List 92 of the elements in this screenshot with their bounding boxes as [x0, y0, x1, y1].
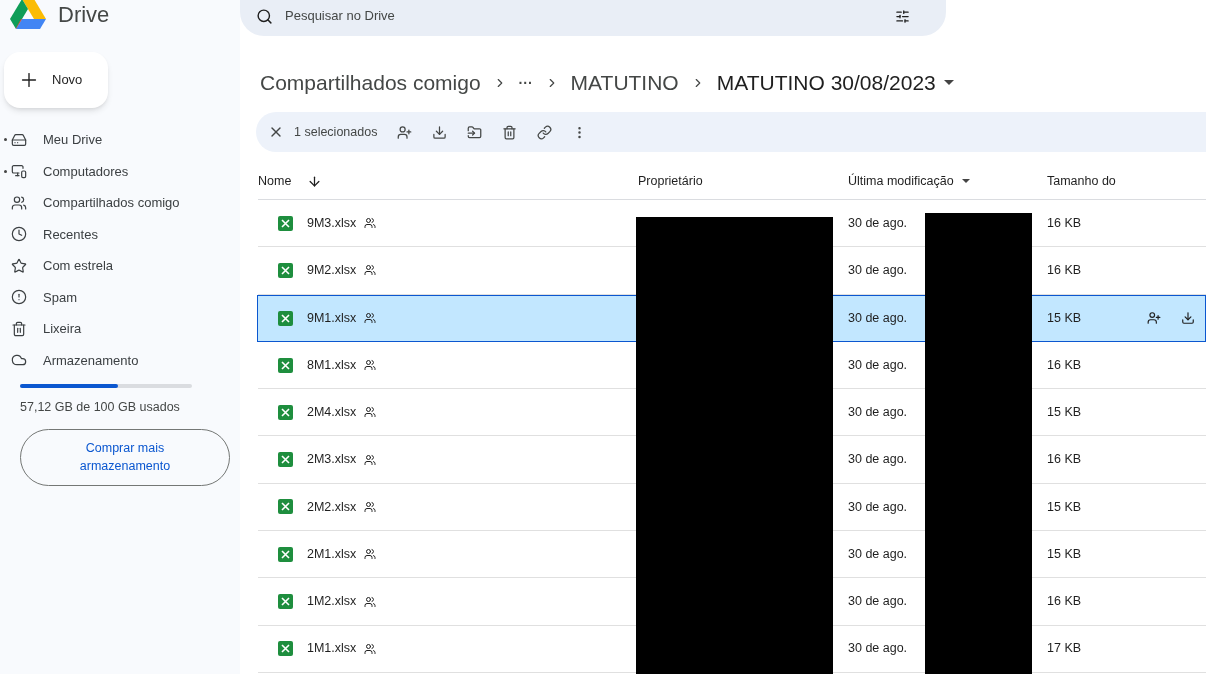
- caret-icon: [943, 80, 954, 86]
- star-icon: [11, 257, 27, 274]
- spreadsheet-icon: [278, 641, 293, 657]
- breadcrumb-link[interactable]: MATUTINO: [570, 67, 679, 99]
- share-icon[interactable]: [1147, 311, 1161, 326]
- sidebar-item[interactable]: Meu Drive: [0, 124, 240, 156]
- spreadsheet-icon: [278, 357, 293, 373]
- download-icon[interactable]: [1181, 311, 1195, 326]
- file-name: 1M2.xlsx: [307, 593, 357, 611]
- sidebar-item[interactable]: Lixeira: [0, 313, 240, 345]
- file-name: 9M2.xlsx: [307, 262, 357, 280]
- file-size: 17 KB: [1047, 640, 1083, 658]
- sort-arrow-icon[interactable]: [307, 174, 323, 189]
- app-name: Drive: [58, 0, 110, 29]
- file-name: 9M3.xlsx: [307, 214, 357, 232]
- breadcrumb-link[interactable]: Compartilhados comigo: [260, 67, 481, 99]
- spreadsheet-icon: [278, 215, 293, 231]
- column-header[interactable]: Nome: [258, 172, 292, 191]
- alert-icon: [11, 289, 27, 306]
- modified-date: 30 de ago.: [848, 498, 909, 516]
- modified-date: 30 de ago.: [848, 593, 909, 611]
- move-icon[interactable]: [467, 124, 483, 140]
- sidebar-item[interactable]: Recentes: [0, 218, 240, 250]
- file-size: 15 KB: [1047, 403, 1083, 421]
- clock-icon: [11, 226, 27, 243]
- file-size: 16 KB: [1047, 262, 1083, 280]
- link-icon[interactable]: [537, 124, 553, 140]
- sidebar-item[interactable]: Compartilhados comigo: [0, 187, 240, 219]
- logo-icon: [10, 0, 46, 29]
- sidebar-item[interactable]: Armazenamento: [0, 344, 240, 376]
- new-button[interactable]: Novo: [4, 52, 108, 108]
- trash-icon: [11, 320, 27, 337]
- file-size: 15 KB: [1047, 309, 1083, 327]
- sidebar-item[interactable]: Spam: [0, 281, 240, 313]
- column-header[interactable]: Tamanho do: [1047, 172, 1116, 191]
- spreadsheet-icon: [278, 310, 293, 326]
- share-icon[interactable]: [397, 124, 413, 140]
- shared-icon: [364, 217, 377, 230]
- current-folder[interactable]: MATUTINO 30/08/2023: [716, 67, 954, 99]
- modified-date: 30 de ago.: [848, 403, 909, 421]
- modified-date: 30 de ago.: [848, 356, 909, 374]
- file-name: 2M1.xlsx: [307, 545, 357, 563]
- spreadsheet-icon: [278, 499, 293, 515]
- filter-icon[interactable]: [895, 8, 910, 24]
- column-header[interactable]: Proprietário: [638, 172, 848, 191]
- shared-icon: [364, 595, 377, 608]
- shared-icon: [364, 264, 377, 277]
- shared-icon: [364, 548, 377, 561]
- shared-icon: [364, 406, 377, 419]
- file-name: 2M2.xlsx: [307, 498, 357, 516]
- sidebar-item[interactable]: Computadores: [0, 155, 240, 187]
- storage-usage: 57,12 GB de 100 GB usados: [20, 399, 181, 416]
- shared-icon: [364, 312, 377, 325]
- file-name: 2M3.xlsx: [307, 451, 357, 469]
- shared-icon: [364, 453, 377, 466]
- modified-date: 30 de ago.: [848, 262, 909, 280]
- people-icon: [11, 194, 27, 211]
- spreadsheet-icon: [278, 452, 293, 468]
- file-size: 16 KB: [1047, 214, 1083, 232]
- spreadsheet-icon: [278, 546, 293, 562]
- modified-date: 30 de ago.: [848, 309, 909, 327]
- file-size: 16 KB: [1047, 451, 1083, 469]
- trash-icon[interactable]: [502, 124, 518, 140]
- spreadsheet-icon: [278, 594, 293, 609]
- file-size: 16 KB: [1047, 593, 1083, 611]
- modified-date: 30 de ago.: [848, 640, 909, 658]
- shared-icon: [364, 500, 377, 513]
- more-button[interactable]: ···: [518, 72, 533, 94]
- modified-date: 30 de ago.: [848, 451, 909, 469]
- selection-count: 1 selecionados: [294, 123, 378, 141]
- shared-icon: [364, 359, 377, 372]
- file-size: 15 KB: [1047, 545, 1083, 563]
- spreadsheet-icon: [278, 404, 293, 420]
- sidebar-item[interactable]: Com estrela: [0, 250, 240, 282]
- download-icon[interactable]: [432, 124, 448, 140]
- file-name: 2M4.xlsx: [307, 403, 357, 421]
- file-size: 15 KB: [1047, 498, 1083, 516]
- drive-icon: [11, 131, 27, 148]
- file-name: 8M1.xlsx: [307, 356, 357, 374]
- file-name: 9M1.xlsx: [307, 309, 357, 327]
- computer-icon: [11, 163, 27, 180]
- modified-date: 30 de ago.: [848, 214, 909, 232]
- modified-date: 30 de ago.: [848, 545, 909, 563]
- spreadsheet-icon: [278, 262, 293, 278]
- search-icon: [256, 7, 273, 25]
- file-name: 1M1.xlsx: [307, 640, 357, 658]
- column-header[interactable]: Última modificação: [848, 172, 1047, 191]
- caret-icon: [961, 179, 970, 184]
- shared-icon: [364, 642, 377, 655]
- search-input[interactable]: Pesquisar no Drive: [285, 6, 883, 26]
- file-size: 16 KB: [1047, 356, 1083, 374]
- search-field[interactable]: Pesquisar no Drive: [240, 0, 946, 36]
